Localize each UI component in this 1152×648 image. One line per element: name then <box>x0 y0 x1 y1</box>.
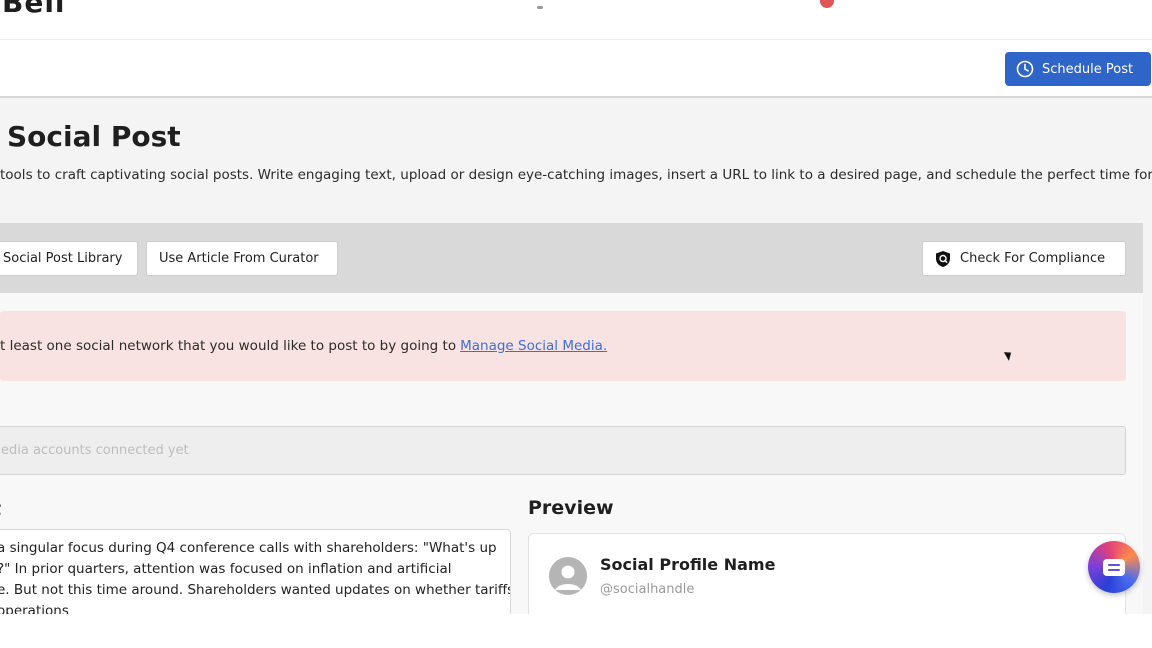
social-post-library-button[interactable]: Social Post Library <box>0 241 138 276</box>
post-editor-panel: t least one social network that you woul… <box>0 293 1143 614</box>
profile-name: Social Profile Name <box>600 555 776 574</box>
notification-badge[interactable] <box>820 0 834 8</box>
post-text-line: operations <box>0 603 69 614</box>
preview-card: Social Profile Name @socialhandle <box>528 533 1126 614</box>
action-bar: Schedule Post <box>0 40 1152 98</box>
social-network-alert: t least one social network that you woul… <box>0 311 1126 381</box>
top-navigation-bar: Bell <box>0 0 1152 40</box>
avatar <box>549 557 587 595</box>
chat-icon <box>1103 558 1125 576</box>
post-toolbar: Social Post Library Use Article From Cur… <box>0 223 1143 293</box>
social-accounts-field[interactable]: edia accounts connected yet <box>0 426 1126 475</box>
manage-social-media-link[interactable]: Manage Social Media. <box>460 338 607 354</box>
compliance-label: Check For Compliance <box>960 251 1106 266</box>
profile-handle: @socialhandle <box>600 582 695 597</box>
user-icon <box>549 557 587 595</box>
app-logo[interactable]: Bell <box>2 0 66 19</box>
bottom-strip <box>0 614 1152 648</box>
shield-icon <box>936 250 950 267</box>
schedule-post-button[interactable]: Schedule Post <box>1005 52 1151 86</box>
chat-button[interactable] <box>1088 541 1140 593</box>
post-text-line: e. But not this time around. Shareholder… <box>0 582 511 598</box>
alert-text: t least one social network that you woul… <box>0 338 457 354</box>
preview-heading: Preview <box>528 497 614 519</box>
post-text-line: a singular focus during Q4 conference ca… <box>0 540 497 556</box>
use-article-from-curator-button[interactable]: Use Article From Curator <box>146 241 338 276</box>
schedule-post-label: Schedule Post <box>1042 61 1134 77</box>
page-description: tools to craft captivating social posts.… <box>0 167 1152 183</box>
page-title: Social Post <box>7 120 181 153</box>
accounts-placeholder: edia accounts connected yet <box>1 443 189 458</box>
post-text-area[interactable]: a singular focus during Q4 conference ca… <box>0 529 511 614</box>
post-heading: t <box>0 498 1 520</box>
clock-icon <box>1016 60 1034 78</box>
check-for-compliance-button[interactable]: Check For Compliance <box>922 241 1126 276</box>
nav-indicator <box>537 6 543 9</box>
main-content-area: Social Post tools to craft captivating s… <box>0 98 1152 614</box>
post-text-line: ?" In prior quarters, attention was focu… <box>0 561 452 577</box>
